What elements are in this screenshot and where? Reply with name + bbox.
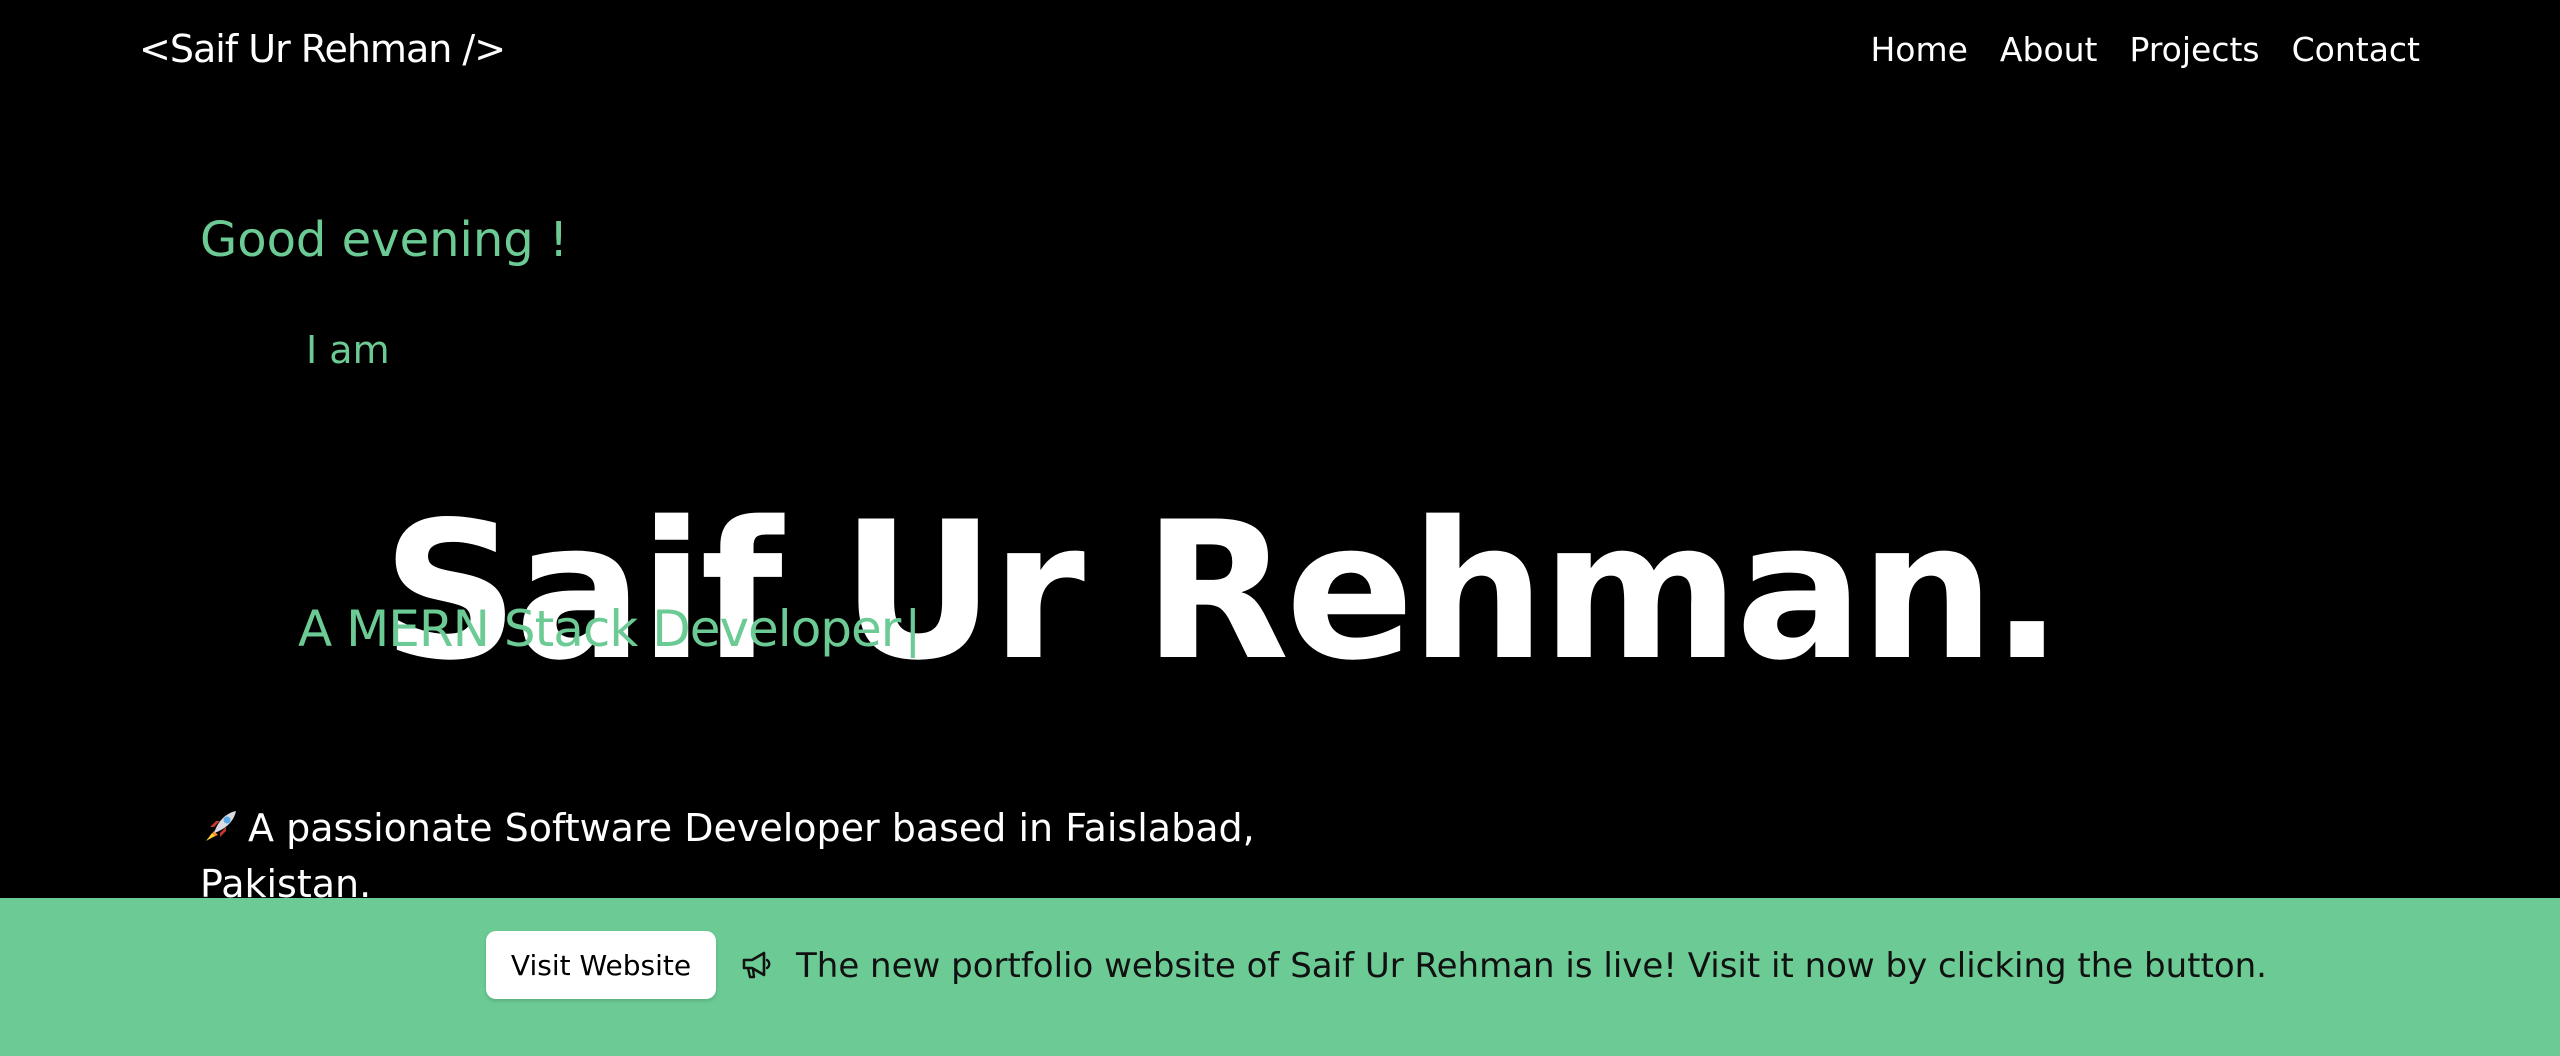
- banner-message-name: Saif Ur Rehman: [1290, 946, 1555, 986]
- intro-text: A passionate Software Developer based in…: [200, 806, 1255, 906]
- intro-prefix: I am: [306, 328, 390, 372]
- banner-message: The new portfolio website of Saif Ur Reh…: [796, 946, 2267, 986]
- typing-caret: |: [904, 600, 921, 658]
- rocket-icon: [206, 811, 236, 841]
- megaphone-icon: [742, 951, 771, 979]
- greeting-text: Good evening !: [200, 212, 569, 268]
- role-typewriter: A MERN Stack Developer|: [298, 600, 921, 658]
- banner-message-end: is live! Visit it now by clicking the bu…: [1565, 946, 2267, 986]
- intro-description: A passionate Software Developer based in…: [200, 800, 1260, 912]
- announcement-banner: Visit Website The new portfolio website …: [0, 898, 2560, 1056]
- role-text: A MERN Stack Developer: [298, 600, 901, 658]
- hero-name: Saif Ur Rehman.: [382, 481, 2063, 703]
- banner-message-start: The new portfolio website of: [796, 946, 1280, 986]
- hero-section: Good evening ! I am Saif Ur Rehman. A ME…: [0, 0, 2560, 906]
- visit-website-button[interactable]: Visit Website: [486, 931, 716, 999]
